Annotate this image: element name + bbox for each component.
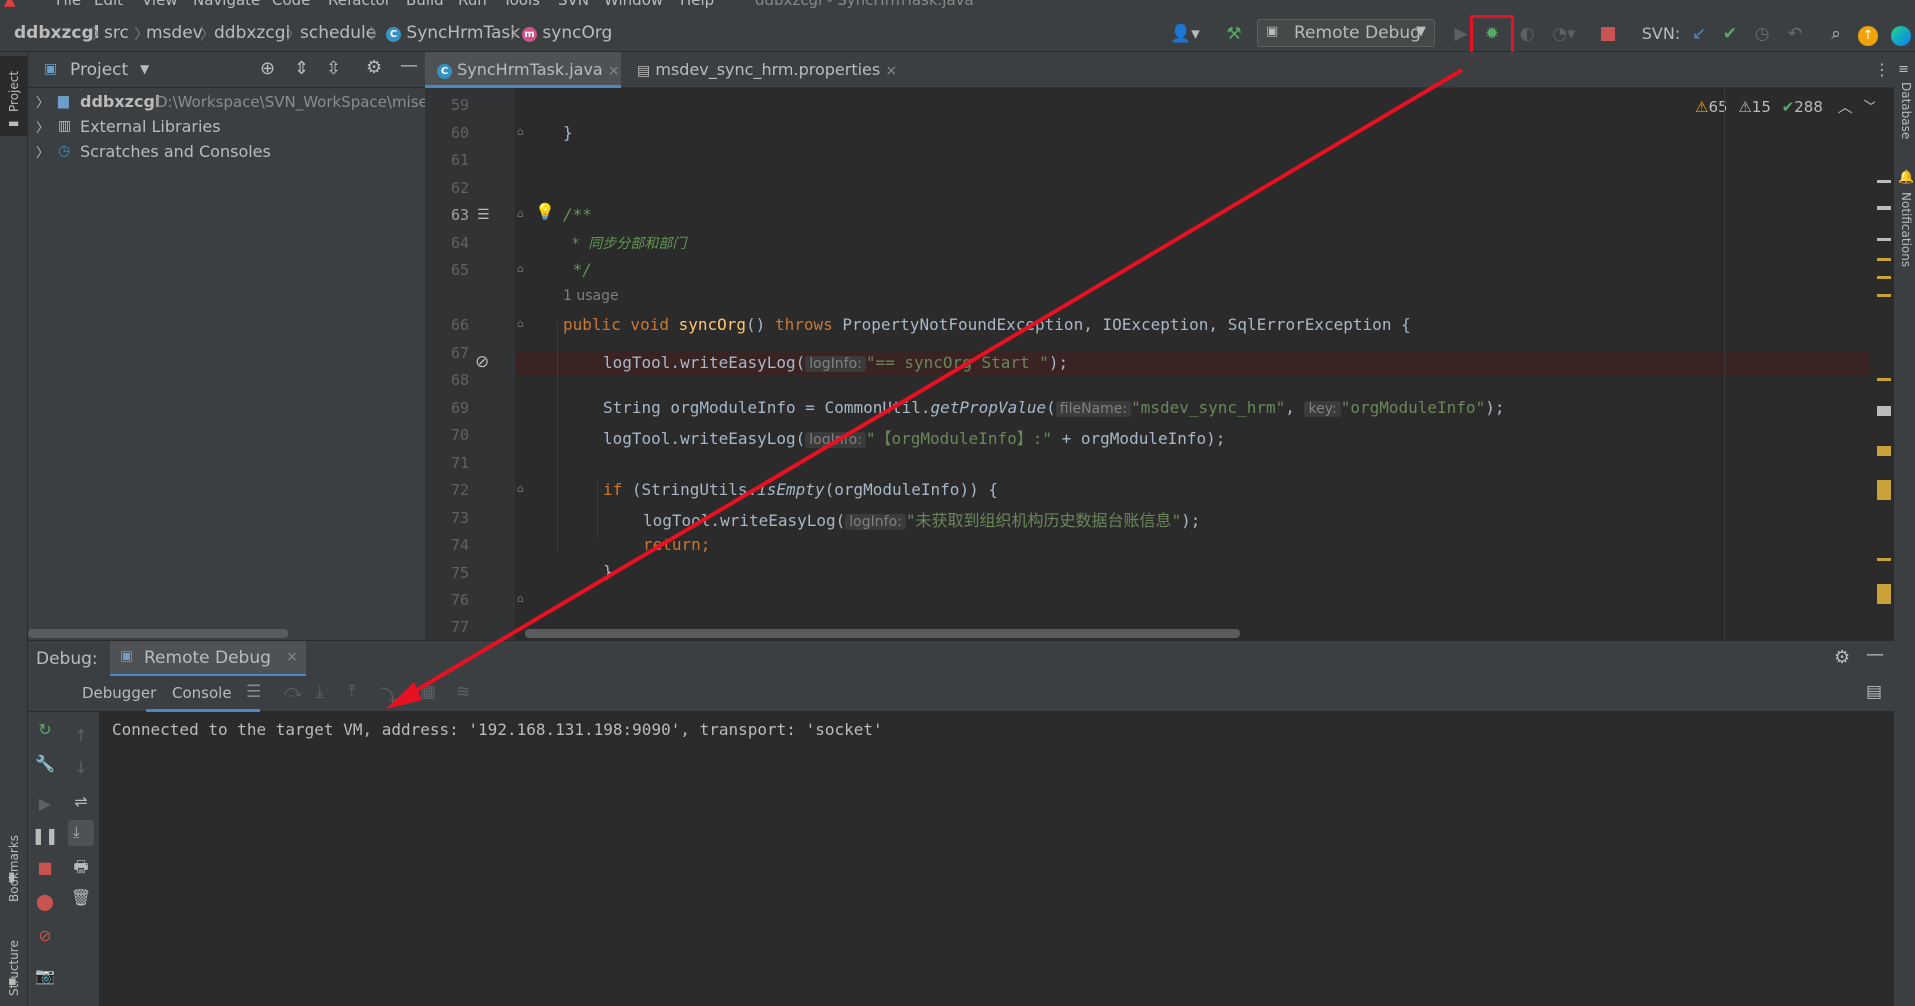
- arrow-head: [386, 682, 422, 709]
- arrow-line: [398, 68, 1464, 702]
- annotation-arrow: [386, 68, 1464, 709]
